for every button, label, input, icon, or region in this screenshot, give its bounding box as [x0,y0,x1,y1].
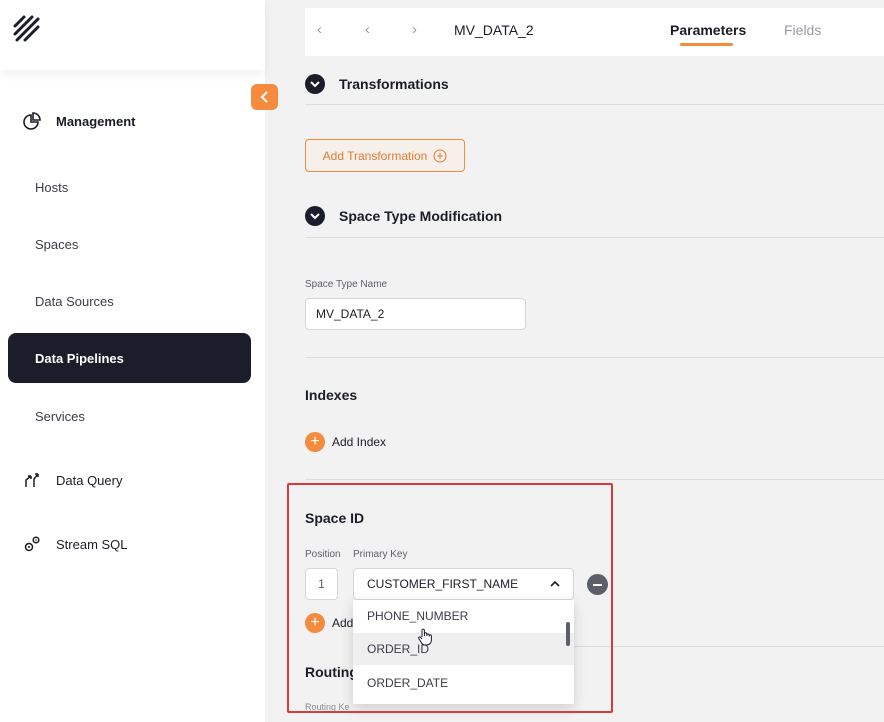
chevron-down-icon[interactable] [305,74,325,94]
position-input[interactable]: 1 [305,568,338,600]
routing-title: Routing [305,664,358,680]
dropdown-scrollbar[interactable] [566,622,570,646]
logo-icon [13,15,40,42]
dropdown-option[interactable]: ORDER_ID [353,633,574,665]
divider [305,357,884,358]
sidebar-item-spaces[interactable]: Spaces [35,237,78,252]
routing-key-label: Routing Ke [305,702,350,712]
sidebar-section-label: Management [56,113,136,129]
active-tab-indicator [680,43,733,46]
sidebar-section-stream-sql[interactable]: Stream SQL [22,534,128,554]
add-index-label: Add Index [332,435,387,449]
sidebar-section-label: Stream SQL [56,536,128,552]
space-type-name-label: Space Type Name [305,279,388,290]
remove-key-button[interactable] [587,574,608,595]
chevron-left-icon [260,91,268,103]
divider [305,237,884,238]
tab-fields[interactable]: Fields [784,22,821,38]
primary-key-label: Primary Key [353,549,408,560]
add-transformation-button[interactable]: Add Transformation [305,139,465,172]
selected-value: CUSTOMER_FIRST_NAME [367,577,519,591]
primary-key-select[interactable]: CUSTOMER_FIRST_NAME [353,568,574,600]
space-id-title: Space ID [305,510,365,526]
plus-circle-icon [433,149,447,162]
primary-key-dropdown[interactable]: PHONE_NUMBER ORDER_ID ORDER_DATE [353,600,574,704]
sidebar-section-management[interactable]: Management [22,111,135,131]
route-arrows-icon [22,470,42,490]
first-page-icon[interactable]: ‹ [317,21,322,38]
collapse-sidebar-button[interactable] [251,84,278,110]
prev-page-icon[interactable]: ‹ [365,21,370,38]
add-key-button[interactable]: + Add [305,613,353,633]
next-page-icon[interactable]: › [412,21,417,38]
dropdown-option[interactable]: PHONE_NUMBER [353,600,574,632]
add-key-label: Add [332,616,354,630]
dropdown-option[interactable]: ORDER_DATE [353,667,574,699]
space-type-header[interactable]: Space Type Modification [305,206,502,226]
divider [305,104,884,105]
position-label: Position [305,549,341,560]
sidebar-section-label: Data Query [56,472,123,488]
sidebar-item-services[interactable]: Services [35,409,85,424]
space-type-name-input[interactable]: MV_DATA_2 [305,298,526,330]
plus-icon: + [305,613,325,633]
chevron-down-icon[interactable] [305,206,325,226]
section-title: Transformations [339,76,449,92]
indexes-title: Indexes [305,387,358,403]
logo-area [0,0,265,70]
top-bar: ‹ ‹ › MV_DATA_2 Parameters Fields [305,8,884,56]
sidebar-section-data-query[interactable]: Data Query [22,470,122,490]
divider [305,479,884,480]
divider [574,646,884,647]
chevron-up-icon [550,580,560,587]
section-title: Space Type Modification [339,208,503,224]
sidebar-item-data-pipelines[interactable]: Data Pipelines [8,333,251,383]
minus-icon [593,583,602,586]
add-index-button[interactable]: + Add Index [305,432,386,452]
gears-icon [22,534,42,554]
page-title: MV_DATA_2 [454,22,534,38]
sidebar: Management Hosts Spaces Data Sources Dat… [0,0,265,722]
transformations-header[interactable]: Transformations [305,74,449,94]
hand-cursor-icon [418,628,432,646]
sidebar-item-hosts[interactable]: Hosts [35,180,68,195]
pie-chart-icon [22,111,42,131]
tab-parameters[interactable]: Parameters [670,22,746,38]
button-label: Add Transformation [322,148,428,163]
sidebar-item-data-sources[interactable]: Data Sources [35,294,114,309]
plus-icon: + [305,432,325,452]
